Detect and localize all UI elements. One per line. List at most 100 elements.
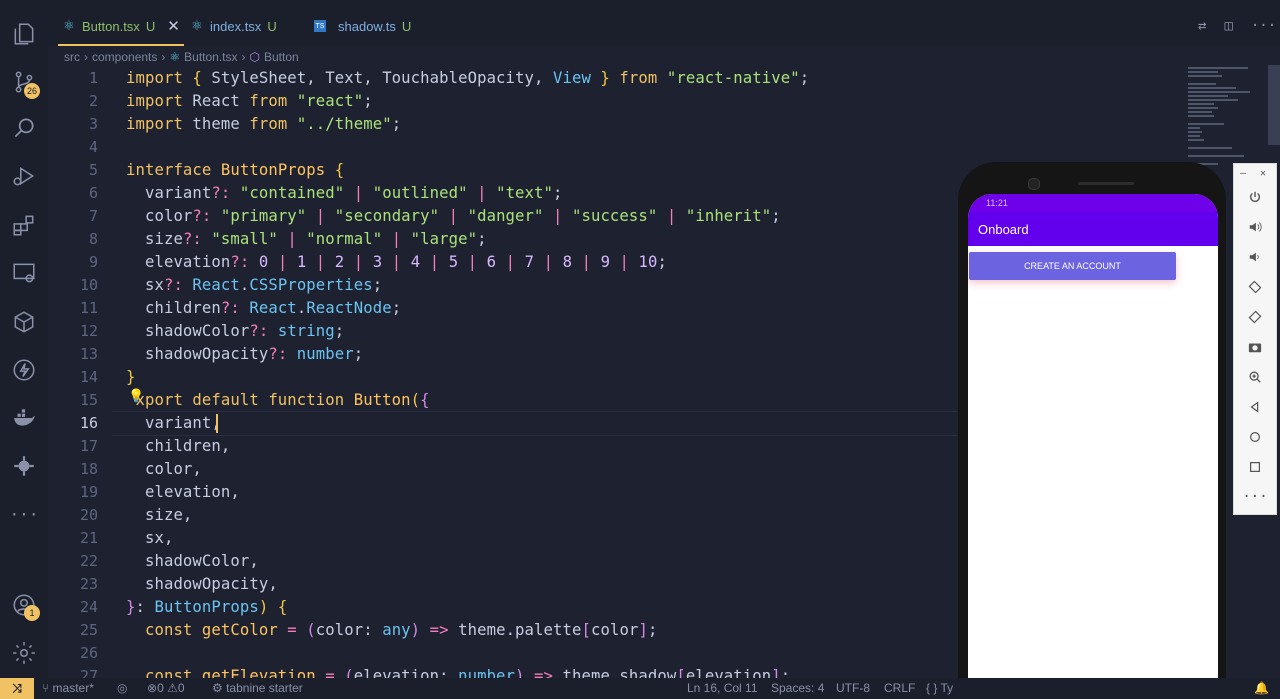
volume-down-icon[interactable] [1234,242,1276,272]
tabnine-indicator[interactable]: ⚙ tabnine starter [212,681,303,695]
problems-indicator[interactable]: ⊗0 ⚠0 [147,681,185,695]
extensions-icon[interactable] [0,205,48,245]
tab-shadow-ts[interactable]: TS shadow.ts U [314,8,411,44]
code-token: 9 [600,253,611,271]
cube-icon[interactable] [0,302,48,342]
code-token: getColor [201,621,278,639]
code-token: xport default function [126,391,354,409]
code-token: children, [126,437,231,455]
code-token: 0 [258,253,269,271]
breadcrumb-item[interactable]: components [92,50,157,64]
home-icon[interactable] [1234,422,1276,452]
docker-icon[interactable] [0,398,48,438]
settings-sync-icon[interactable] [0,446,48,486]
breadcrumb-item[interactable]: Button.tsx [184,50,237,64]
language-mode[interactable]: { } Ty [926,681,953,695]
branch-indicator[interactable]: ⑂ master* [42,681,94,695]
explorer-icon[interactable] [0,14,48,54]
minimap[interactable] [1188,65,1266,175]
code-token: ) { [258,598,288,616]
search-icon[interactable] [0,108,48,148]
run-debug-icon[interactable] [0,156,48,196]
app-bar: Onboard [968,212,1218,246]
screenshot-icon[interactable] [1234,332,1276,362]
code-token: "normal" [306,230,383,248]
code-token: | [306,253,335,271]
encoding[interactable]: UTF-8 [836,681,870,695]
code-line: shadowColor?: string; [126,320,344,343]
line-number: 1 [88,69,98,87]
tab-status: U [401,18,412,34]
code-token: } [126,598,136,616]
emulator-toolbar: – ✕ ··· [1233,163,1277,515]
editor-scrollbar[interactable] [1268,65,1280,145]
code-token: "contained" [239,184,345,202]
emulator-screen[interactable]: 11:21 Onboard CREATE AN ACCOUNT [968,194,1218,699]
line-number: 3 [88,115,98,133]
code-line: children, [126,435,230,458]
indentation[interactable]: Spaces: 4 [771,681,824,695]
line-number: 15 [79,391,98,409]
line-number: 23 [79,575,98,593]
volume-up-icon[interactable] [1234,212,1276,242]
create-account-button[interactable]: CREATE AN ACCOUNT [969,252,1176,280]
code-token: ; [363,92,373,110]
close-icon[interactable]: ✕ [1260,168,1266,179]
editor-actions: ⇄ ◫ ··· [1198,18,1276,34]
more-options-icon[interactable]: ··· [1234,482,1276,512]
overview-icon[interactable] [1234,452,1276,482]
notifications-icon[interactable]: 🔔 [1254,681,1269,695]
line-number: 26 [79,644,98,662]
code-token: [ [581,621,591,639]
lightning-icon[interactable] [0,350,48,390]
code-token: ButtonProps [154,598,259,616]
gear-icon[interactable] [0,633,48,673]
breadcrumb-item[interactable]: Button [264,50,299,64]
code-token: ; [771,207,781,225]
phone-speaker [1078,182,1134,185]
source-control-icon[interactable] [0,62,48,102]
code-line: size?: "small" | "normal" | "large"; [126,228,487,251]
line-ending[interactable]: CRLF [884,681,915,695]
code-token: React [249,299,297,317]
more-actions-icon[interactable]: ··· [1251,18,1276,34]
code-token: ?: [182,230,212,248]
window-controls: – ✕ [1240,168,1266,179]
line-number: 14 [79,368,98,386]
code-token: string [277,322,335,340]
more-icon[interactable]: ··· [0,494,48,534]
code-token: ; [391,299,402,317]
accounts-icon[interactable] [0,585,48,625]
line-number: 12 [79,322,98,340]
rotate-left-icon[interactable] [1234,272,1276,302]
lightbulb-icon[interactable]: 💡 [128,389,144,404]
rotate-right-icon[interactable] [1234,302,1276,332]
close-icon[interactable]: ✕ [167,17,180,35]
power-icon[interactable] [1234,182,1276,212]
remote-explorer-icon[interactable] [0,253,48,293]
zoom-icon[interactable] [1234,362,1276,392]
code-token: import [126,92,193,110]
minimize-icon[interactable]: – [1240,168,1246,179]
code-token: ?: [268,345,297,363]
line-number: 24 [79,598,98,616]
code-token: { [334,161,345,179]
typescript-icon: TS [314,20,326,32]
tab-button-tsx[interactable]: ⚛ Button.tsx U ✕ [58,8,184,46]
code-token: 1 [296,253,307,271]
tab-index-tsx[interactable]: ⚛ index.tsx U [190,8,277,44]
remote-icon[interactable]: ⤨ [0,678,34,699]
compare-icon[interactable]: ⇄ [1198,18,1206,34]
line-number: 13 [79,345,98,363]
code-token: number [296,345,354,363]
cursor-position[interactable]: Ln 16, Col 11 [687,681,758,695]
breadcrumb-item[interactable]: src [64,50,80,64]
back-icon[interactable] [1234,392,1276,422]
split-editor-icon[interactable]: ◫ [1224,18,1232,34]
sync-icon[interactable]: ◎ [117,681,127,695]
line-number: 7 [88,207,98,225]
line-number: 20 [79,506,98,524]
code-token: "react-native" [666,69,800,87]
code-token: variant [126,184,212,202]
code-token: 5 [448,253,459,271]
